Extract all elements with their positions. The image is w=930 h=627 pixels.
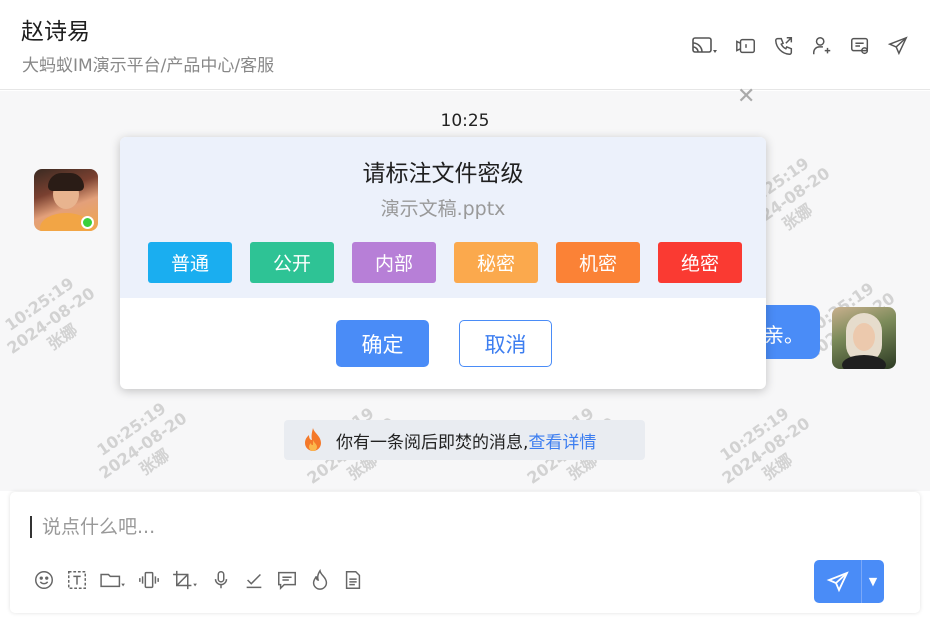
classification-level-options: 普通 公开 内部 秘密 机密 绝密 (148, 242, 742, 283)
document-icon[interactable] (341, 568, 365, 592)
burn-after-reading-icon[interactable] (308, 568, 332, 592)
check-task-icon[interactable] (242, 568, 266, 592)
vibrate-icon[interactable] (137, 568, 161, 592)
screenshot-crop-icon[interactable] (170, 568, 200, 592)
contact-department: 大蚂蚁IM演示平台/产品中心/客服 (22, 56, 275, 76)
chat-header: 赵诗易 大蚂蚁IM演示平台/产品中心/客服 (0, 0, 930, 90)
send-button[interactable]: ▼ (814, 560, 884, 603)
level-button-normal[interactable]: 普通 (148, 242, 232, 283)
message-composer: ▼ (10, 492, 920, 613)
watermark: 10:25:192024-08-20张娜 (716, 403, 814, 488)
confirm-button[interactable]: 确定 (336, 320, 429, 367)
watermark: 10:25:192024-08-20张娜 (1, 273, 99, 358)
file-classification-dialog: 请标注文件密级 演示文稿.pptx 普通 公开 内部 秘密 机密 绝密 确定 取… (120, 137, 766, 389)
file-name: 演示文稿.pptx (380, 198, 506, 220)
comment-icon[interactable] (275, 568, 299, 592)
level-button-internal[interactable]: 内部 (352, 242, 436, 283)
level-button-public[interactable]: 公开 (250, 242, 334, 283)
send-icon[interactable] (814, 560, 862, 603)
composer-toolbar (32, 568, 365, 592)
online-status-badge (81, 216, 94, 229)
view-details-link[interactable]: 查看详情 (528, 428, 596, 453)
video-call-icon[interactable] (734, 34, 758, 58)
burn-after-reading-notice: 你有一条阅后即焚的消息, 查看详情 (284, 420, 645, 460)
watermark: 10:25:192024-08-20张娜 (93, 398, 191, 483)
phone-call-icon[interactable] (772, 34, 796, 58)
text-format-icon[interactable] (65, 568, 89, 592)
dialog-title: 请标注文件密级 (362, 161, 524, 187)
header-actions (688, 34, 910, 58)
add-user-icon[interactable] (810, 34, 834, 58)
message-timestamp: 10:25 (440, 111, 490, 131)
fire-icon (305, 428, 321, 451)
level-button-top-secret[interactable]: 绝密 (658, 242, 742, 283)
notice-text: 你有一条阅后即焚的消息, (336, 432, 529, 453)
microphone-icon[interactable] (209, 568, 233, 592)
my-avatar[interactable] (832, 307, 896, 369)
level-button-confidential[interactable]: 机密 (556, 242, 640, 283)
close-icon[interactable]: ✕ (737, 84, 755, 109)
cast-icon[interactable] (688, 34, 720, 58)
emoji-icon[interactable] (32, 568, 56, 592)
cancel-button[interactable]: 取消 (459, 320, 552, 367)
contact-name: 赵诗易 (21, 19, 90, 45)
folder-icon[interactable] (98, 568, 128, 592)
level-button-secret[interactable]: 秘密 (454, 242, 538, 283)
settings-chat-icon[interactable] (848, 34, 872, 58)
send-options-dropdown-icon[interactable]: ▼ (862, 560, 884, 603)
share-send-icon[interactable] (886, 34, 910, 58)
message-input[interactable] (32, 512, 732, 542)
